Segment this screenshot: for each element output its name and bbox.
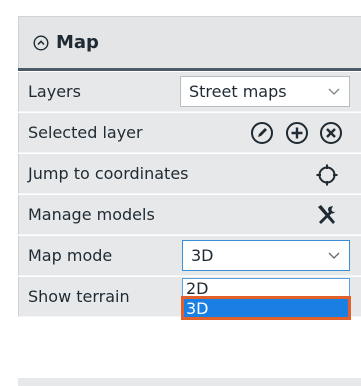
jump-to-coordinates-row: Jump to coordinates [18,154,361,194]
next-row-partial [18,378,361,386]
header-divider [18,68,361,71]
map-mode-select[interactable]: 3D [182,240,350,271]
edit-icon[interactable] [250,121,274,145]
layers-select-value: Street maps [189,82,287,101]
selected-layer-row: Selected layer [18,113,361,153]
chevron-down-icon [328,88,340,95]
manage-models-row: Manage models [18,195,361,235]
remove-icon[interactable] [319,121,343,145]
crosshair-icon[interactable] [315,163,339,187]
map-mode-dropdown-list[interactable]: 2D 3D [182,278,350,319]
chevron-down-icon [328,252,340,259]
add-icon[interactable] [285,121,309,145]
map-panel: Map Layers Street maps Selected layer Ju… [0,0,361,386]
map-mode-option-2d[interactable]: 2D [183,279,349,299]
collapse-chevron-icon[interactable] [33,34,49,51]
map-section-header[interactable]: Map [18,16,361,68]
manage-models-label: Manage models [28,205,155,224]
section-title: Map [56,32,99,53]
map-mode-select-value: 3D [191,246,214,265]
layers-select[interactable]: Street maps [180,76,350,107]
jump-to-coordinates-label: Jump to coordinates [28,164,189,183]
map-mode-option-3d[interactable]: 3D [183,299,349,319]
tools-icon[interactable] [315,203,339,227]
selected-layer-label: Selected layer [28,123,143,142]
